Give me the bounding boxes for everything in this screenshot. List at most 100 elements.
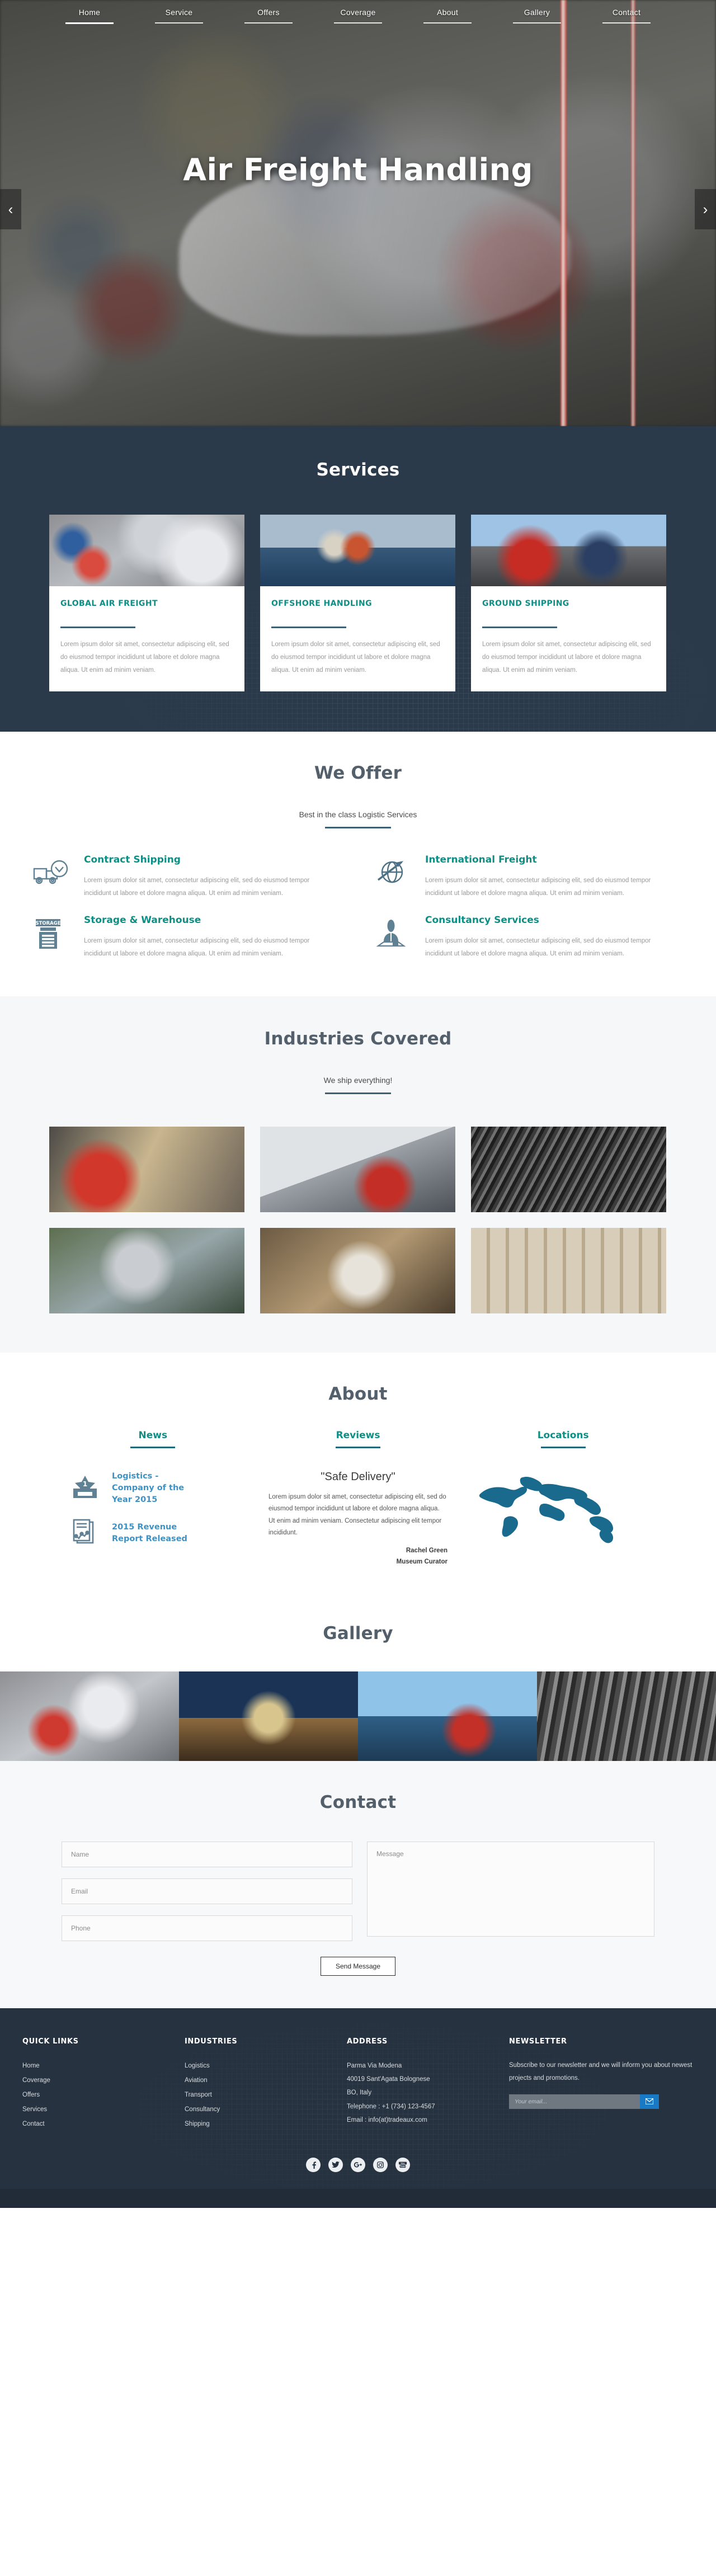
contact-form (62, 1842, 654, 1942)
consultant-person-icon (374, 915, 414, 960)
news-link[interactable]: 2015 Revenue Report Released (112, 1522, 190, 1545)
footer-columns: QUICK LINKS Home Coverage Offers Service… (22, 2037, 694, 2131)
tab-news[interactable]: News (50, 1430, 256, 1448)
google-plus-icon[interactable] (351, 2157, 365, 2172)
service-card-divider (60, 627, 135, 628)
industry-image[interactable] (49, 1127, 244, 1212)
industries-section: Industries Covered We ship everything! (0, 996, 716, 1353)
address-email: Email : info(at)tradeaux.com (347, 2116, 427, 2123)
phone-input[interactable] (62, 1915, 352, 1942)
offers-section: We Offer Best in the class Logistic Serv… (0, 732, 716, 996)
address-line: Parma Via Modena (347, 2062, 402, 2070)
offer-item[interactable]: STORAGE Storage & Warehouse Lorem ipsum … (17, 915, 358, 960)
industry-image[interactable] (49, 1228, 244, 1313)
tab-underline (540, 1447, 586, 1448)
review-author-name: Rachel Green (406, 1547, 447, 1555)
industry-image[interactable] (471, 1127, 666, 1212)
newsletter-submit-button[interactable] (640, 2094, 659, 2109)
nav-item-contact[interactable]: Contact (582, 0, 671, 23)
footer-link-consultancy[interactable]: Consultancy (185, 2103, 347, 2117)
svg-text:STORAGE: STORAGE (35, 921, 60, 926)
offers-subtitle: Best in the class Logistic Services (299, 810, 417, 819)
footer-bottom-bar (0, 2188, 716, 2208)
carousel-next-icon[interactable]: › (695, 189, 716, 229)
industries-title: Industries Covered (264, 1029, 452, 1049)
svg-text:1: 1 (83, 1480, 87, 1488)
nav-item-label: Home (78, 8, 101, 17)
news-link[interactable]: Logistics - Company of the Year 2015 (112, 1471, 190, 1506)
footer-link-coverage[interactable]: Coverage (22, 2074, 185, 2088)
industry-image[interactable] (260, 1127, 455, 1212)
gallery-image[interactable] (537, 1671, 716, 1762)
footer-column-heading: ADDRESS (347, 2037, 388, 2046)
footer-link-shipping[interactable]: Shipping (185, 2117, 347, 2132)
gallery-image[interactable] (0, 1671, 179, 1762)
report-document-icon (70, 1518, 103, 1548)
contact-section: Contact Send Message (0, 1761, 716, 2009)
news-item[interactable]: 2015 Revenue Report Released (39, 1518, 252, 1560)
gallery-section: Gallery (0, 1597, 716, 1762)
footer-link-transport[interactable]: Transport (185, 2088, 347, 2103)
nav-item-gallery[interactable]: Gallery (492, 0, 582, 23)
nav-item-coverage[interactable]: Coverage (313, 0, 403, 23)
nav-item-about[interactable]: About (403, 0, 492, 23)
footer-link-services[interactable]: Services (22, 2103, 185, 2117)
gallery-image[interactable] (358, 1671, 537, 1762)
twitter-icon[interactable] (328, 2157, 343, 2172)
name-input[interactable] (62, 1842, 352, 1868)
tab-reviews[interactable]: Reviews (256, 1430, 461, 1448)
service-card[interactable]: GROUND SHIPPING Lorem ipsum dolor sit am… (471, 515, 666, 691)
service-card-divider (271, 627, 346, 628)
offer-title: Consultancy Services (425, 915, 539, 926)
nav-underline (513, 22, 561, 23)
svg-text:Tube: Tube (400, 2165, 406, 2168)
gallery-title: Gallery (323, 1623, 393, 1644)
offer-item[interactable]: Consultancy Services Lorem ipsum dolor s… (358, 915, 699, 960)
offer-item[interactable]: International Freight Lorem ipsum dolor … (358, 854, 699, 900)
newsletter-description: Subscribe to our newsletter and we will … (509, 2062, 693, 2081)
nav-underline (423, 22, 472, 23)
offer-title: Contract Shipping (84, 854, 181, 865)
service-card-title: GLOBAL AIR FREIGHT (60, 599, 158, 608)
nav-item-label: Contact (612, 8, 641, 17)
email-input[interactable] (62, 1878, 352, 1905)
contact-form-left-column (62, 1842, 352, 1942)
industries-subtitle: We ship everything! (323, 1076, 393, 1085)
instagram-icon[interactable] (373, 2157, 388, 2172)
facebook-icon[interactable] (306, 2157, 321, 2172)
nav-item-service[interactable]: Service (134, 0, 224, 23)
review-title: "Safe Delivery" (321, 1471, 395, 1483)
footer-link-aviation[interactable]: Aviation (185, 2074, 347, 2088)
news-item[interactable]: 1 Logistics - Company of the Year 2015 (39, 1471, 252, 1518)
service-card-image (49, 515, 244, 586)
nav-underline (244, 22, 293, 23)
nav-underline (65, 22, 114, 24)
service-card[interactable]: OFFSHORE HANDLING Lorem ipsum dolor sit … (260, 515, 455, 691)
industries-divider (325, 1092, 391, 1094)
nav-item-label: Offers (257, 8, 280, 17)
footer-link-logistics[interactable]: Logistics (185, 2059, 347, 2074)
nav-item-home[interactable]: Home (45, 0, 134, 24)
footer-link-contact[interactable]: Contact (22, 2117, 185, 2132)
send-message-button[interactable]: Send Message (320, 1957, 396, 1976)
carousel-prev-icon[interactable]: ‹ (0, 189, 21, 229)
offer-item[interactable]: Contract Shipping Lorem ipsum dolor sit … (17, 854, 358, 900)
address-line: 40019 Sant'Agata Bolognese (347, 2076, 430, 2083)
offer-text: Lorem ipsum dolor sit amet, consectetur … (84, 877, 310, 897)
industry-image[interactable] (471, 1228, 666, 1313)
newsletter-email-input[interactable] (509, 2094, 640, 2109)
tab-locations[interactable]: Locations (460, 1430, 666, 1448)
youtube-icon[interactable]: You Tube (395, 2157, 410, 2172)
industry-image[interactable] (260, 1228, 455, 1313)
nav-item-offers[interactable]: Offers (224, 0, 313, 23)
message-textarea[interactable] (367, 1842, 654, 1937)
gallery-image[interactable] (179, 1671, 358, 1762)
footer-column-heading: NEWSLETTER (509, 2037, 567, 2046)
review-text: Lorem ipsum dolor sit amet, consectetur … (268, 1494, 446, 1536)
footer-link-offers[interactable]: Offers (22, 2088, 185, 2103)
address-line: BO, Italy (347, 2089, 372, 2097)
delivery-truck-clock-icon (32, 854, 73, 900)
footer-newsletter-column: NEWSLETTER Subscribe to our newsletter a… (509, 2037, 694, 2131)
service-card[interactable]: GLOBAL AIR FREIGHT Lorem ipsum dolor sit… (49, 515, 244, 691)
footer-link-home[interactable]: Home (22, 2059, 185, 2074)
